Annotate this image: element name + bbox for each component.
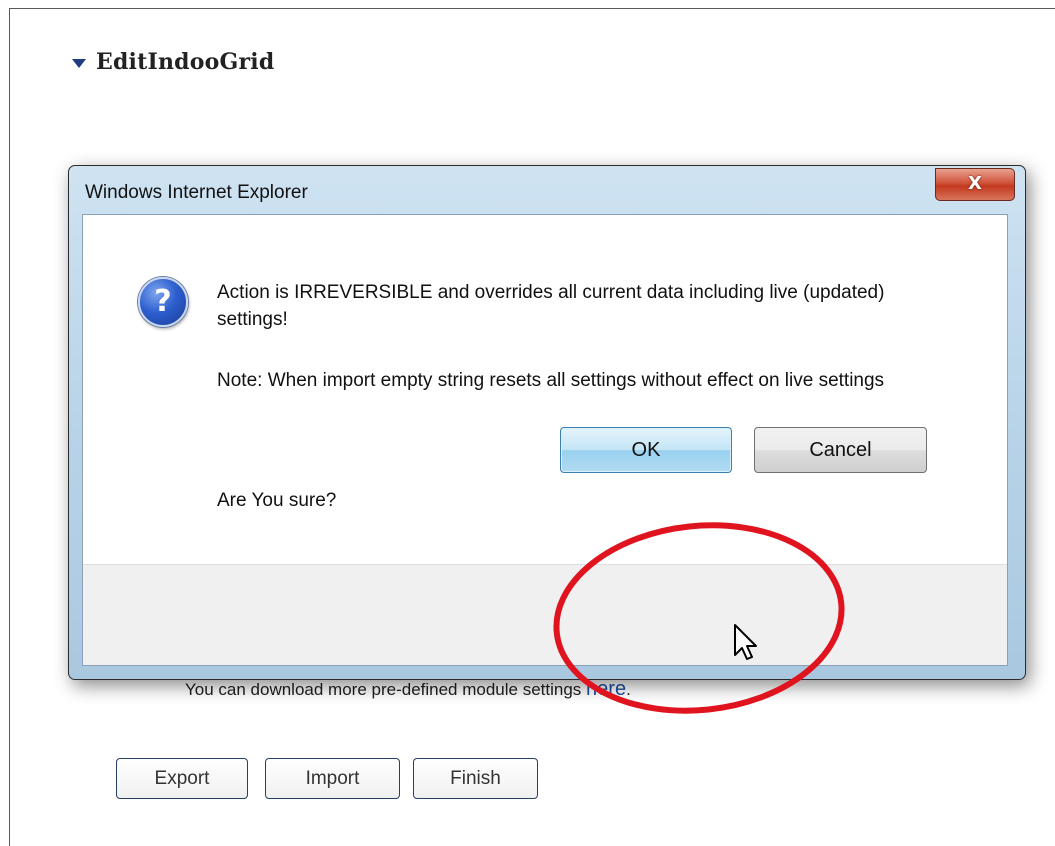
dialog-footer [83,564,1007,665]
question-icon: ? [138,277,188,327]
question-mark-glyph: ? [154,284,172,319]
finish-button[interactable]: Finish [413,758,538,799]
dialog-title: Windows Internet Explorer [85,182,308,203]
collapse-arrow-icon[interactable] [72,58,86,68]
dialog-message-question: Are You sure? [217,490,337,511]
dialog-message-note: Note: When import empty string resets al… [217,370,885,391]
confirm-dialog: Windows Internet Explorer X ? Action is … [68,165,1026,680]
close-icon: X [968,173,982,194]
cancel-button[interactable]: Cancel [754,427,927,473]
section-title: EditIndooGrid [96,49,275,75]
download-note-suffix: . [626,680,631,699]
dialog-close-button[interactable]: X [935,168,1015,201]
download-note: You can download more pre-defined module… [185,678,631,701]
download-here-link[interactable]: here [586,678,626,700]
import-button[interactable]: Import [265,758,400,799]
download-note-text: You can download more pre-defined module… [185,680,587,699]
mouse-cursor-icon [734,624,757,660]
ok-button[interactable]: OK [560,427,732,473]
section-header[interactable]: EditIndooGrid [72,48,274,76]
export-button[interactable]: Export [116,758,248,799]
dialog-message-warning: Action is IRREVERSIBLE and overrides all… [217,282,885,330]
